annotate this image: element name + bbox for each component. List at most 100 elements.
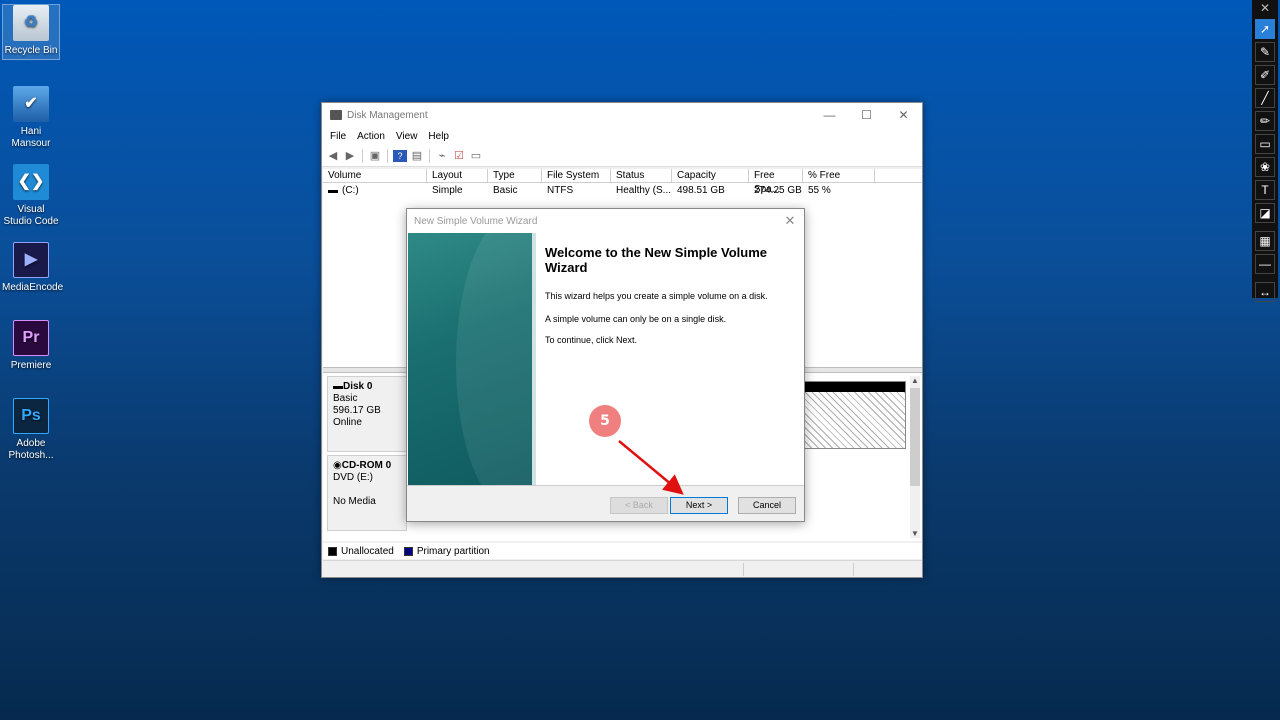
- wizard-title-bar: New Simple Volume Wizard ✕: [407, 209, 804, 233]
- pen-icon[interactable]: ✎: [1255, 42, 1275, 62]
- wizard-title: New Simple Volume Wizard: [414, 215, 538, 227]
- disk-map-scrollbar[interactable]: ▲ ▼: [910, 376, 920, 538]
- disk-icon: ▬: [333, 381, 343, 392]
- volume-cell: ▬ (C:): [323, 185, 427, 196]
- maximize-button[interactable]: ☐: [848, 108, 885, 122]
- column-header-capacity[interactable]: Capacity: [672, 168, 749, 183]
- expand-icon[interactable]: ↔: [1255, 282, 1275, 302]
- column-header-type[interactable]: Type: [488, 168, 542, 183]
- media-encoder-icon: ▶: [13, 242, 49, 278]
- desktop-icon-photoshop[interactable]: Ps Adobe Photosh...: [2, 398, 60, 462]
- status-cell: Healthy (S...: [616, 184, 672, 196]
- step-number-badge: 5: [589, 405, 621, 437]
- wizard-text-2: A simple volume can only be on a single …: [545, 314, 727, 324]
- menu-view[interactable]: View: [392, 131, 425, 142]
- marker-icon[interactable]: ✐: [1255, 65, 1275, 85]
- desktop-icon-label: Adobe Photosh...: [8, 438, 54, 461]
- wizard-heading: Welcome to the New Simple Volume Wizard: [545, 245, 768, 275]
- vscode-icon: ❮❯: [13, 164, 49, 200]
- show-hide-console-icon[interactable]: ▣: [368, 150, 382, 162]
- legend-primary: Primary partition: [416, 545, 490, 557]
- settings-icon[interactable]: ▭: [469, 150, 483, 162]
- percent-free-cell: 55 %: [808, 184, 831, 196]
- desktop-icon-media-encoder[interactable]: ▶ MediaEncode: [2, 242, 63, 294]
- type-cell: Basic: [493, 184, 518, 196]
- brush-icon[interactable]: ✏: [1255, 111, 1275, 131]
- cdrom-0-label[interactable]: ◉CD-ROM 0 DVD (E:) No Media: [327, 455, 407, 531]
- eraser-icon[interactable]: ◪: [1255, 203, 1275, 223]
- wizard-text-1: This wizard helps you create a simple vo…: [545, 291, 768, 301]
- desktop-icon-label: Hani Mansour: [11, 126, 51, 149]
- desktop-icon-label: Premiere: [10, 360, 52, 371]
- premiere-icon: Pr: [13, 320, 49, 356]
- help-icon[interactable]: ?: [393, 149, 407, 162]
- toolbar: ◀ ▶ ▣ ? ▤ ⌁ ☑ ▭: [322, 145, 922, 167]
- column-header-layout[interactable]: Layout: [427, 168, 488, 183]
- disk-management-app-icon: [330, 110, 342, 120]
- scroll-up-icon[interactable]: ▲: [910, 376, 920, 385]
- status-bar: [323, 560, 922, 577]
- desktop-icon-label: Recycle Bin: [4, 45, 58, 56]
- title-bar: Disk Management — ☐ ✕: [322, 103, 922, 127]
- menu-file[interactable]: File: [326, 131, 353, 142]
- line-icon[interactable]: ╱: [1255, 88, 1275, 108]
- forward-arrow-icon[interactable]: ▶: [343, 150, 357, 162]
- desktop-icon-premiere[interactable]: Pr Premiere: [2, 320, 60, 372]
- disk-name: Disk 0: [343, 381, 373, 392]
- wizard-banner: [408, 233, 536, 485]
- primary-partition-swatch: [403, 546, 413, 556]
- wizard-footer: < Back Next > Cancel: [407, 485, 804, 521]
- desktop-icon-label: Visual Studio Code: [3, 204, 59, 227]
- text-icon[interactable]: T: [1255, 180, 1275, 200]
- table-row[interactable]: ▬ (C:) Simple Basic NTFS Healthy (S... 49…: [323, 183, 922, 197]
- palette-icon[interactable]: ❀: [1255, 157, 1275, 177]
- photoshop-icon: Ps: [13, 398, 49, 434]
- scroll-down-icon[interactable]: ▼: [910, 529, 920, 538]
- column-header-percent-free[interactable]: % Free: [803, 168, 875, 183]
- volume-list-header: Volume Layout Type File System Status Ca…: [323, 168, 922, 195]
- menu-action[interactable]: Action: [353, 131, 392, 142]
- toolbar-close-icon[interactable]: ✕: [1252, 0, 1278, 16]
- properties-icon[interactable]: ▤: [410, 150, 424, 162]
- scroll-thumb[interactable]: [910, 388, 920, 486]
- close-button[interactable]: ✕: [885, 108, 922, 122]
- column-header-status[interactable]: Status: [611, 168, 672, 183]
- new-simple-volume-wizard: New Simple Volume Wizard ✕ Welcome to th…: [406, 208, 805, 522]
- next-button[interactable]: Next >: [670, 497, 728, 514]
- recycle-bin-icon: ♻: [13, 5, 49, 41]
- wizard-close-button[interactable]: ✕: [776, 213, 804, 229]
- menu-help[interactable]: Help: [424, 131, 456, 142]
- unallocated-partition[interactable]: [804, 381, 906, 449]
- disk-state: Online: [333, 417, 362, 428]
- rectangle-icon[interactable]: ▭: [1255, 134, 1275, 154]
- volume-name: (C:): [342, 184, 359, 196]
- minimize-button[interactable]: —: [811, 108, 848, 122]
- cancel-button[interactable]: Cancel: [738, 497, 796, 514]
- disk-size: 596.17 GB: [333, 405, 381, 416]
- check-icon[interactable]: ☑: [452, 150, 466, 162]
- cdrom-icon: ◉: [333, 460, 342, 471]
- disk-state: No Media: [333, 496, 376, 507]
- disk-kind: Basic: [333, 393, 358, 404]
- desktop-icon-vscode[interactable]: ❮❯ Visual Studio Code: [2, 164, 60, 228]
- drive-icon: ▬: [328, 184, 338, 196]
- column-header-free-space[interactable]: Free Spa...: [749, 168, 803, 195]
- wizard-text-3: To continue, click Next.: [545, 335, 638, 345]
- minus-icon[interactable]: —: [1255, 254, 1275, 274]
- back-button: < Back: [610, 497, 668, 514]
- file-system-cell: NTFS: [547, 184, 574, 196]
- desktop-icon-user[interactable]: ✔ Hani Mansour: [2, 86, 60, 150]
- menu-bar: File Action View Help: [322, 127, 922, 145]
- back-arrow-icon[interactable]: ◀: [326, 150, 340, 162]
- checker-icon[interactable]: ▦: [1255, 231, 1275, 251]
- disk-kind: DVD (E:): [333, 472, 373, 483]
- desktop-icon-recycle-bin[interactable]: ♻ Recycle Bin: [2, 4, 60, 60]
- column-header-volume[interactable]: Volume: [323, 168, 427, 183]
- cursor-icon[interactable]: ➚: [1255, 19, 1275, 39]
- column-header-file-system[interactable]: File System: [542, 168, 611, 183]
- connect-icon[interactable]: ⌁: [435, 150, 449, 162]
- legend: Unallocated Primary partition: [323, 543, 922, 559]
- disk-0-label[interactable]: ▬Disk 0 Basic 596.17 GB Online: [327, 376, 407, 452]
- user-folder-icon: ✔: [13, 86, 49, 122]
- free-space-cell: 274.25 GB: [754, 184, 802, 196]
